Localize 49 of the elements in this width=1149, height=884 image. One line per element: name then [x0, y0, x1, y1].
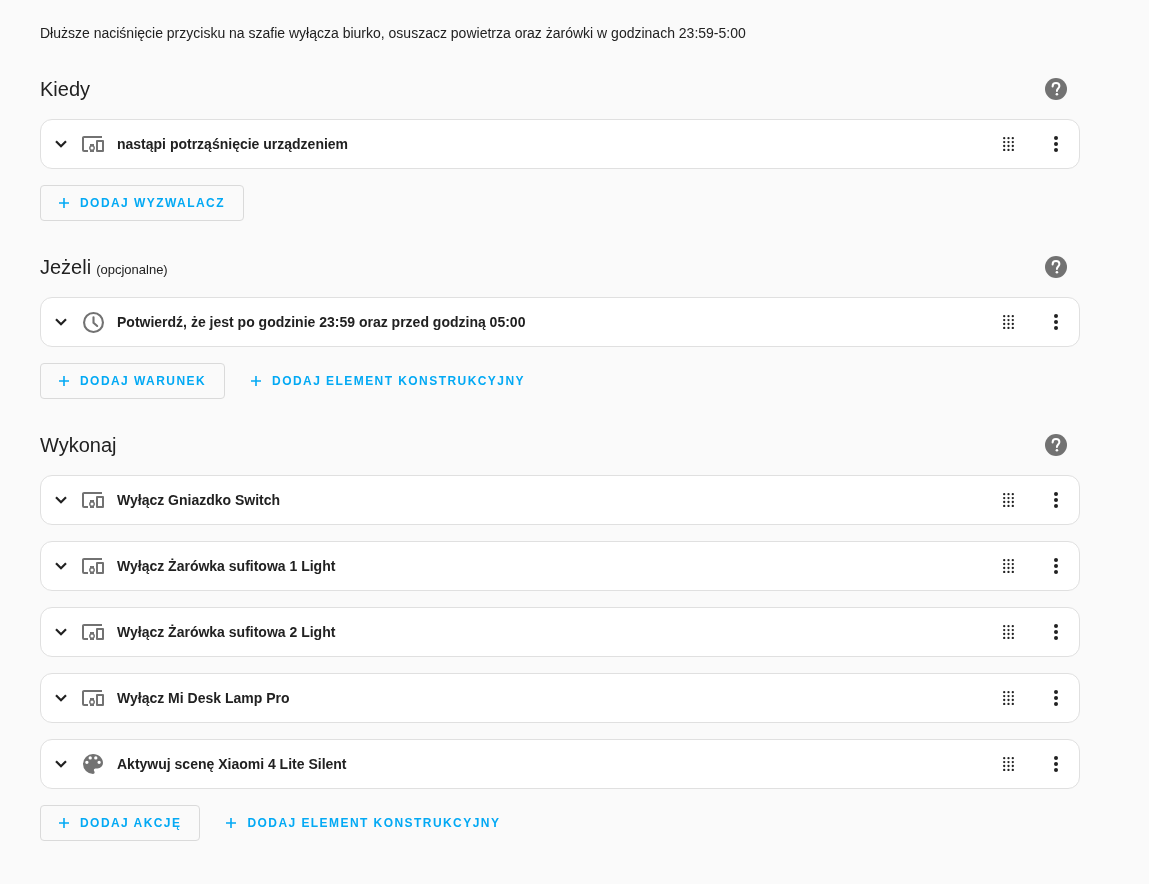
devices-icon	[82, 492, 104, 508]
drag-handle-icon[interactable]	[1002, 137, 1014, 151]
drag-handle-icon[interactable]	[1002, 559, 1014, 573]
step-label: Wyłącz Żarówka sufitowa 2 Light	[117, 622, 336, 642]
drag-handle-icon[interactable]	[1002, 315, 1014, 329]
help-icon	[1045, 256, 1067, 278]
plus-icon	[251, 376, 262, 386]
help-button[interactable]	[1045, 256, 1067, 278]
add-button[interactable]: DODAJ ELEMENT KONSTRUKCYJNY	[208, 805, 519, 841]
more-icon	[1054, 314, 1058, 330]
automation-description: Dłuższe naciśnięcie przycisku na szafie wyłącza biurko, osuszacz powietrza oraz żarówki w godzinach 23:59-5:00	[40, 24, 747, 43]
devices-icon	[82, 624, 104, 640]
step-label: Potwierdź, że jest po godzinie 23:59 oraz przed godziną 05:00	[117, 312, 526, 332]
add-button[interactable]: DODAJ AKCJĘ	[40, 805, 201, 841]
section-note: (opcjonalne)	[96, 261, 168, 279]
more-icon	[1054, 756, 1058, 772]
step-label: Aktywuj scenę Xiaomi 4 Lite Silent	[117, 754, 347, 774]
help-button[interactable]	[1045, 434, 1067, 456]
step-label: Wyłącz Żarówka sufitowa 1 Light	[117, 556, 336, 576]
devices-icon	[82, 690, 104, 706]
help-icon	[1045, 78, 1067, 100]
add-button[interactable]: DODAJ ELEMENT KONSTRUKCYJNY	[233, 363, 543, 399]
drag-handle-icon[interactable]	[1002, 691, 1014, 705]
palette-icon	[83, 754, 103, 774]
plus-icon	[59, 376, 69, 386]
more-icon	[1054, 558, 1058, 574]
plus-icon	[59, 818, 69, 828]
step-label: Wyłącz Gniazdko Switch	[117, 490, 281, 510]
help-button[interactable]	[1045, 78, 1067, 100]
step-label: nastąpi potrząśnięcie urządzeniem	[117, 134, 349, 154]
more-icon	[1054, 492, 1058, 508]
drag-handle-icon[interactable]	[1002, 493, 1014, 507]
section-title: Jeżeli	[40, 255, 92, 280]
plus-icon	[226, 818, 237, 828]
plus-icon	[59, 198, 69, 208]
section-title: Wykonaj	[40, 433, 117, 458]
drag-handle-icon[interactable]	[1002, 757, 1014, 771]
add-button[interactable]: DODAJ WYZWALACZ	[40, 185, 244, 221]
clock-icon	[82, 311, 104, 333]
devices-icon	[82, 136, 104, 152]
devices-icon	[82, 558, 104, 574]
more-icon	[1054, 690, 1058, 706]
drag-handle-icon[interactable]	[1002, 625, 1014, 639]
add-button[interactable]: DODAJ WARUNEK	[40, 363, 226, 399]
more-icon	[1054, 136, 1058, 152]
section-title: Kiedy	[40, 77, 91, 102]
more-icon	[1054, 624, 1058, 640]
help-icon	[1045, 434, 1067, 456]
step-label: Wyłącz Mi Desk Lamp Pro	[117, 688, 290, 708]
